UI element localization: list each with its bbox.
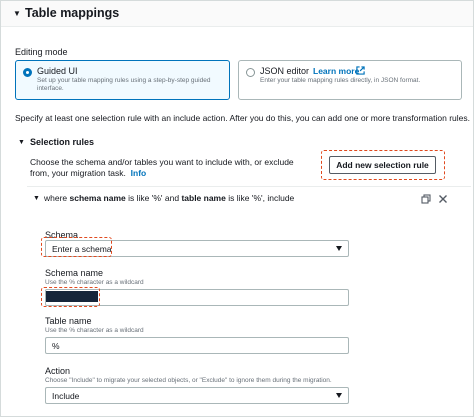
action-select[interactable]: Include [45,387,349,404]
action-select-value: Include [52,391,80,401]
panel-title: Table mappings [25,6,120,20]
schema-name-label: Schema name [45,268,104,278]
action-hint: Choose "Include" to migrate your selecte… [45,377,332,384]
chevron-down-icon [336,393,342,398]
json-editor-title: JSON editor [260,66,310,76]
guided-ui-title: Guided UI [37,66,78,76]
panel-header[interactable]: ▼ Table mappings [1,1,473,27]
table-name-value: % [52,341,60,351]
rule-prefix: where [44,193,70,203]
selection-rules-description: Choose the schema and/or tables you want… [30,157,315,179]
info-link[interactable]: Info [131,168,147,178]
table-name-input[interactable]: % [45,337,349,354]
selection-description-text: Choose the schema and/or tables you want… [30,157,294,178]
selection-rules-title[interactable]: Selection rules [30,137,94,147]
caret-down-icon[interactable]: ▼ [33,195,40,202]
table-name-label: Table name [45,316,92,326]
divider [27,186,471,187]
schema-name-hint: Use the % character as a wildcard [45,279,144,286]
guided-ui-radio[interactable] [23,68,32,77]
close-icon[interactable] [438,194,448,204]
guided-ui-description: Set up your table mapping rules using a … [37,77,211,92]
chevron-down-icon [336,246,342,251]
json-editor-radio[interactable] [246,68,255,77]
add-new-selection-rule-button[interactable]: Add new selection rule [329,156,436,174]
caret-down-icon[interactable]: ▼ [13,9,21,18]
schema-name-highlight [41,287,100,307]
learn-more-link[interactable]: Learn more [313,66,359,76]
rule-table-name: table name [181,193,226,203]
json-editor-tile[interactable]: JSON editor Learn more Enter your table … [238,60,462,100]
rule-suffix: is like '%', include [225,193,295,203]
copy-icon[interactable] [421,194,431,204]
json-editor-description: Enter your table mapping rules directly,… [260,77,421,84]
rule-middle: is like '%' and [125,193,182,203]
table-mappings-panel: ▼ Table mappings Editing mode Guided UI … [0,0,474,417]
instruction-text: Specify at least one selection rule with… [15,113,471,123]
caret-down-icon[interactable]: ▼ [18,139,25,146]
table-name-hint: Use the % character as a wildcard [45,327,144,334]
schema-highlight [41,237,112,257]
guided-ui-tile[interactable]: Guided UI Set up your table mapping rule… [15,60,230,100]
action-label: Action [45,366,71,376]
rule-summary[interactable]: where schema name is like '%' and table … [44,193,294,203]
editing-mode-label: Editing mode [15,47,68,57]
external-link-icon[interactable] [356,66,365,75]
rule-schema-name: schema name [69,193,126,203]
